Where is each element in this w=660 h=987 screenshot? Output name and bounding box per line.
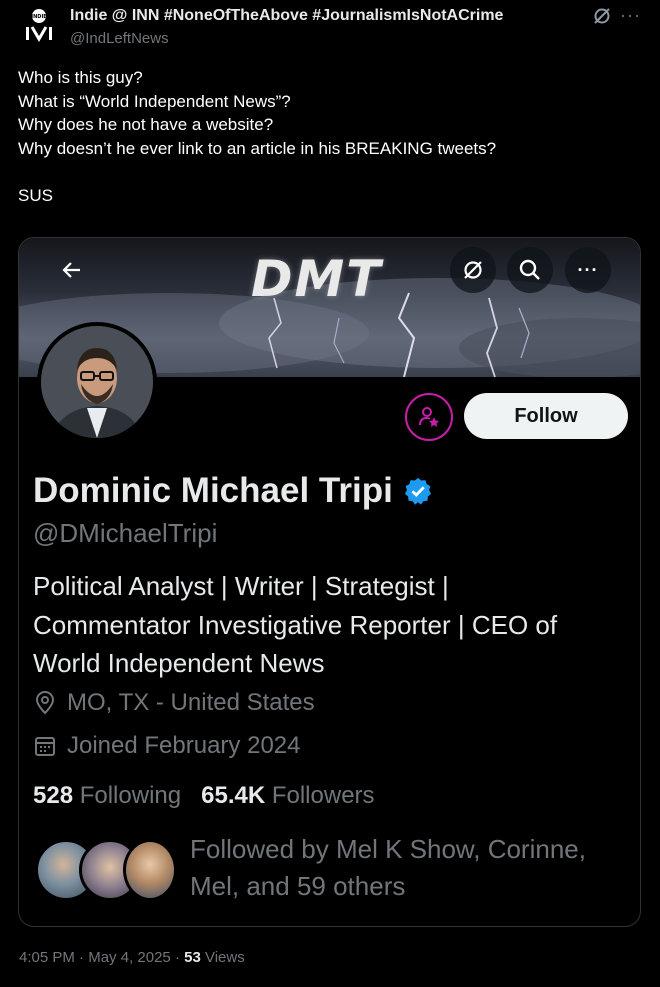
followed-by-text[interactable]: Followed by Mel K Show, Corinne, Mel, an… <box>190 831 620 904</box>
tweet-line: Who is this guy? <box>18 68 143 87</box>
views-label: Views <box>204 949 245 966</box>
following-count[interactable]: 528 <box>33 782 73 809</box>
tweet-time[interactable]: 4:05 PM <box>19 949 75 966</box>
profile-stats: 528 Following 65.4K Followers <box>33 782 375 810</box>
follower-avatar <box>123 839 177 901</box>
tweet-text: Who is this guy? What is “World Independ… <box>18 66 638 207</box>
tweet-line: Why doesn’t he ever link to an article i… <box>18 138 497 158</box>
back-arrow-icon[interactable] <box>51 250 91 290</box>
profile-joined: Joined February 2024 <box>33 732 300 760</box>
bio-line: World Independent News <box>33 648 325 678</box>
followers-count[interactable]: 65.4K <box>201 782 265 809</box>
search-icon[interactable] <box>507 247 553 293</box>
followed-by-avatars[interactable] <box>35 839 177 903</box>
location-icon <box>35 691 55 715</box>
tweet-line <box>18 160 638 184</box>
profile-location: MO, TX - United States <box>33 689 315 717</box>
author-name[interactable]: Indie @ INN #NoneOfTheAbove #JournalismI… <box>70 7 503 25</box>
more-icon[interactable]: ··· <box>565 247 611 293</box>
location-text: MO, TX - United States <box>67 689 315 716</box>
grok-icon[interactable] <box>450 247 496 293</box>
joined-text: Joined February 2024 <box>67 732 301 759</box>
timestamp-separator: · <box>174 949 180 966</box>
profile-handle: @DMichaelTripi <box>33 518 218 548</box>
subscribe-icon <box>419 407 439 427</box>
grok-icon[interactable] <box>592 6 612 26</box>
profile-name-row: Dominic Michael Tripi <box>33 471 433 511</box>
banner-logo: DMT <box>251 250 383 308</box>
profile-avatar[interactable] <box>37 322 157 442</box>
timestamp-separator: · <box>79 949 85 966</box>
followed-by-line: Mel, and 59 others <box>190 870 406 901</box>
tweet-timestamp[interactable]: 4:05 PM · May 4, 2025 · 53 Views <box>19 949 245 966</box>
followers-label[interactable]: Followers <box>272 782 375 809</box>
following-label[interactable]: Following <box>80 782 181 809</box>
calendar-icon <box>35 737 55 756</box>
more-icon[interactable]: ··· <box>620 5 641 26</box>
bio-line: Commentator Investigative Reporter | CEO… <box>33 609 558 640</box>
tweet-line: Why does he not have a website? <box>18 115 274 134</box>
author-handle[interactable]: @IndLeftNews <box>70 30 169 47</box>
profile-bio: Political Analyst | Writer | Strategist … <box>33 567 633 683</box>
profile-name: Dominic Michael Tripi <box>33 471 393 510</box>
followed-by-line: Followed by Mel K Show, Corinne, <box>190 834 586 864</box>
tweet-date[interactable]: May 4, 2025 <box>88 949 171 966</box>
bio-line: Political Analyst | Writer | Strategist … <box>33 571 449 601</box>
author-avatar[interactable]: INDIE <box>19 5 59 45</box>
subscribe-button[interactable] <box>405 393 453 441</box>
avatar-logo-text: INDIE <box>31 14 47 20</box>
embedded-profile-image[interactable]: DMT ··· Follow Dominic Michael Tripi @DM… <box>18 237 641 927</box>
views-count: 53 <box>184 949 201 966</box>
tweet-line: SUS <box>18 185 53 205</box>
verified-badge-icon <box>404 477 431 505</box>
tweet-line: What is “World Independent News”? <box>18 91 291 111</box>
follow-button[interactable]: Follow <box>464 393 628 439</box>
